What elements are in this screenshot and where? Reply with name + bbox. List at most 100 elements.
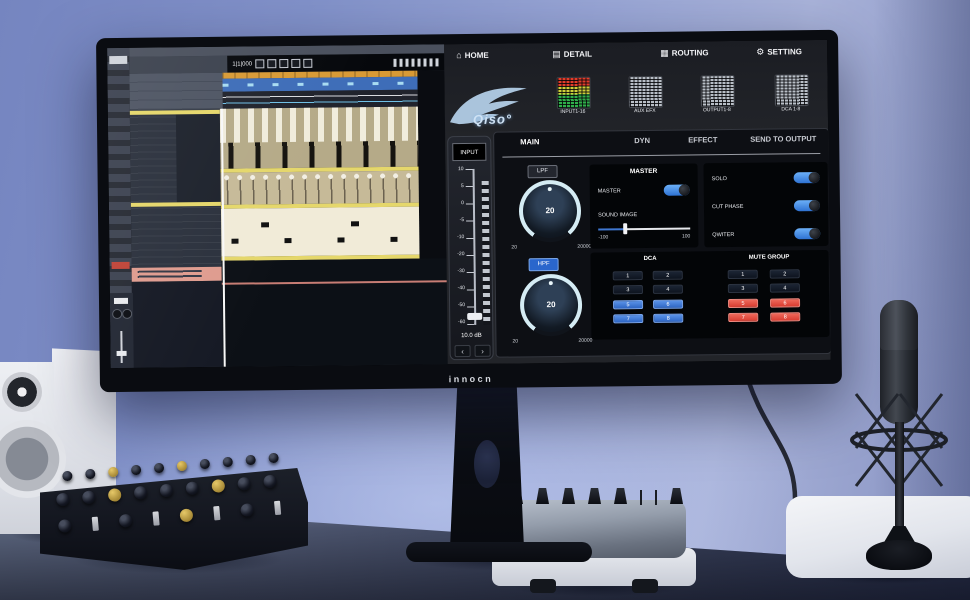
dca-button-8[interactable]: 8 bbox=[653, 314, 683, 323]
meter-aux[interactable] bbox=[628, 76, 662, 108]
tab-effect[interactable]: EFFECT bbox=[688, 135, 717, 144]
daw-track-list[interactable] bbox=[129, 73, 222, 110]
channel-fader-track[interactable] bbox=[120, 331, 122, 363]
channel-knob[interactable] bbox=[122, 309, 132, 319]
daw-highlighted-track[interactable] bbox=[132, 267, 222, 282]
sound-image-label: SOUND IMAGE bbox=[598, 212, 637, 218]
mute-group-button-8[interactable]: 8 bbox=[770, 312, 800, 321]
channel-led-meter bbox=[482, 181, 491, 325]
channel-fader-cap[interactable] bbox=[114, 298, 128, 304]
nav-routing[interactable]: ▦ ROUTING bbox=[660, 47, 709, 59]
master-toggle[interactable] bbox=[664, 184, 690, 195]
scale-tick-label: -30 bbox=[452, 269, 465, 274]
meter-output[interactable] bbox=[700, 75, 734, 107]
meter-label: OUTPUT1-8 bbox=[691, 107, 743, 114]
daw-piano-roll[interactable] bbox=[220, 107, 419, 169]
mixer-main-panel: MAIN DYN EFFECT SEND TO OUTPUT LPF 20 20… bbox=[493, 128, 831, 358]
fader-value: 10.0 dB bbox=[450, 333, 492, 339]
knob-min-label: 20 bbox=[512, 338, 518, 344]
sound-image-handle[interactable] bbox=[623, 223, 627, 234]
tab-separator bbox=[502, 153, 820, 158]
dca-button-2[interactable]: 2 bbox=[653, 271, 683, 280]
dca-button-1[interactable]: 1 bbox=[613, 271, 643, 280]
daw-velocity-lane[interactable] bbox=[221, 171, 419, 205]
lpf-button[interactable]: LPF bbox=[527, 165, 557, 178]
dca-mute-box: DCA MUTE GROUP 1 2 3 4 5 6 7 8 1 2 3 4 bbox=[590, 250, 829, 340]
qwiter-toggle[interactable] bbox=[794, 228, 820, 239]
tab-send-to-output[interactable]: SEND TO OUTPUT bbox=[750, 134, 816, 144]
cut-phase-label: CUT PHASE bbox=[712, 204, 743, 210]
transport-readout bbox=[393, 58, 439, 67]
dca-button-3[interactable]: 3 bbox=[613, 285, 643, 294]
dca-title: DCA bbox=[591, 255, 710, 262]
transport-button[interactable] bbox=[303, 59, 312, 68]
qwiter-label: QWITER bbox=[712, 232, 734, 238]
prev-channel-button[interactable]: ‹ bbox=[455, 345, 471, 357]
dca-button-7[interactable]: 7 bbox=[613, 314, 643, 323]
meter-label: AUX EFX bbox=[619, 108, 671, 115]
fader-track[interactable] bbox=[473, 169, 477, 325]
nav-label: ROUTING bbox=[672, 48, 709, 57]
daw-inspector-subpanel bbox=[176, 114, 221, 202]
fader-handle[interactable] bbox=[467, 313, 482, 320]
hpf-button[interactable]: HPF bbox=[529, 258, 559, 271]
transport-button[interactable] bbox=[291, 59, 300, 68]
mute-group-title: MUTE GROUP bbox=[710, 254, 829, 261]
mute-group-button-7[interactable]: 7 bbox=[728, 313, 758, 322]
transport-button[interactable] bbox=[255, 59, 264, 68]
gear-icon: ⚙ bbox=[756, 47, 764, 58]
transport-button[interactable] bbox=[279, 59, 288, 68]
mute-group-button-2[interactable]: 2 bbox=[770, 269, 800, 278]
monitor-stand-base bbox=[406, 542, 592, 562]
fader-scale: 10 5 0 -5 -10 -20 -30 -40 -50 -60 bbox=[451, 167, 466, 325]
tab-main[interactable]: MAIN bbox=[520, 137, 539, 146]
nav-setting[interactable]: ⚙ SETTING bbox=[756, 46, 802, 58]
slider-min-label: -100 bbox=[598, 234, 608, 240]
scale-tick-label: 10 bbox=[451, 167, 464, 172]
midi-controller bbox=[36, 426, 316, 576]
sound-image-slider[interactable] bbox=[598, 227, 690, 230]
daw-toolbar-button[interactable] bbox=[109, 56, 127, 64]
nav-detail[interactable]: ▤ DETAIL bbox=[552, 49, 592, 60]
hpf-frequency-knob[interactable]: 20 bbox=[520, 274, 583, 337]
mute-group-button-5[interactable]: 5 bbox=[728, 299, 758, 308]
channel-knob[interactable] bbox=[112, 309, 122, 319]
detail-icon: ▤ bbox=[552, 49, 561, 60]
master-box: MASTER MASTER SOUND IMAGE -100 100 bbox=[589, 163, 698, 248]
desk-setup-scene: 1|1|000 bbox=[0, 0, 970, 600]
daw-channel-strip[interactable] bbox=[110, 293, 134, 368]
dca-button-4[interactable]: 4 bbox=[653, 285, 683, 294]
mute-group-button-3[interactable]: 3 bbox=[728, 284, 758, 293]
master-toggle-label: MASTER bbox=[598, 188, 621, 194]
transport-button[interactable] bbox=[267, 59, 276, 68]
channel-fader-cap[interactable] bbox=[117, 351, 127, 356]
daw-record-button[interactable] bbox=[112, 262, 130, 269]
mute-group-button-1[interactable]: 1 bbox=[728, 270, 758, 279]
channel-pager: ‹ › bbox=[455, 345, 491, 357]
dca-button-5[interactable]: 5 bbox=[613, 300, 643, 309]
meter-input[interactable] bbox=[556, 77, 590, 109]
meter-dca[interactable] bbox=[774, 74, 808, 106]
tab-dyn[interactable]: DYN bbox=[634, 136, 650, 145]
stand-cable-hole bbox=[474, 440, 500, 488]
master-title: MASTER bbox=[590, 167, 698, 175]
next-channel-button[interactable]: › bbox=[475, 345, 491, 357]
mute-group-button-4[interactable]: 4 bbox=[770, 283, 800, 292]
scale-tick-label: -5 bbox=[451, 218, 464, 223]
daw-note-lane[interactable] bbox=[221, 207, 420, 257]
scale-tick-label: -50 bbox=[452, 303, 465, 308]
nav-home[interactable]: ⌂ HOME bbox=[456, 50, 489, 60]
knob-min-label: 20 bbox=[511, 244, 517, 250]
knob-max-label: 20000 bbox=[577, 244, 591, 250]
condenser-microphone bbox=[830, 296, 960, 596]
cut-phase-toggle[interactable] bbox=[794, 200, 820, 211]
lpf-frequency-knob[interactable]: 20 bbox=[519, 180, 582, 243]
dca-button-6[interactable]: 6 bbox=[653, 300, 683, 309]
monitor: 1|1|000 bbox=[96, 30, 842, 392]
solo-toggle[interactable] bbox=[794, 172, 820, 183]
scale-tick-label: -10 bbox=[451, 235, 464, 240]
mute-group-button-6[interactable]: 6 bbox=[770, 298, 800, 307]
daw-arrange-rows[interactable] bbox=[223, 90, 418, 109]
scale-tick-label: -20 bbox=[451, 252, 464, 257]
nav-label: SETTING bbox=[767, 47, 802, 56]
